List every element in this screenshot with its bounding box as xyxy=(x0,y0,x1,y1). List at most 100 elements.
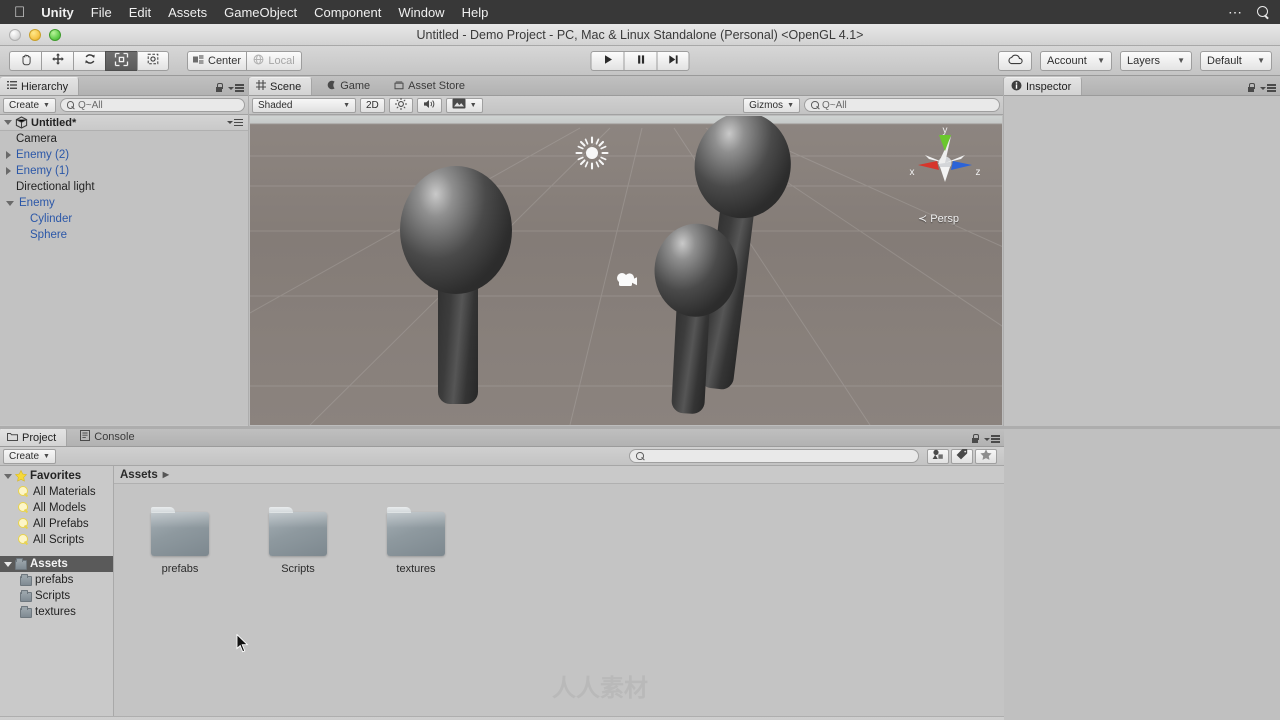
apple-logo-icon[interactable]:  xyxy=(14,5,25,20)
move-tool-button[interactable] xyxy=(41,50,73,71)
scene-viewport[interactable]: y x z ≺ Persp xyxy=(250,116,1002,425)
hierarchy-create-button[interactable]: Create ▼ xyxy=(3,97,56,113)
assets-folder-item[interactable]: prefabs xyxy=(0,572,113,588)
rect-tool-button[interactable] xyxy=(137,50,169,71)
assets-folder-item[interactable]: textures xyxy=(0,604,113,620)
hierarchy-item[interactable]: Directional light xyxy=(0,179,248,195)
lock-icon[interactable] xyxy=(971,434,979,444)
lock-icon[interactable] xyxy=(1247,83,1255,93)
scale-tool-button[interactable] xyxy=(105,50,137,71)
toggle-2d-label: 2D xyxy=(366,99,379,111)
panel-menu-icon[interactable] xyxy=(228,84,244,92)
hierarchy-scene-root[interactable]: Untitled* xyxy=(0,115,248,131)
chevron-down-icon[interactable] xyxy=(4,473,12,479)
draw-mode-dropdown[interactable]: Shaded ▼ xyxy=(252,97,356,113)
menu-item-gameobject[interactable]: GameObject xyxy=(224,5,297,20)
chevron-down-icon: ▼ xyxy=(787,101,794,109)
hand-tool-button[interactable] xyxy=(9,50,41,71)
rotate-tool-button[interactable] xyxy=(73,50,105,71)
splitter-hierarchy-scene[interactable] xyxy=(248,78,249,426)
space-mode-button[interactable]: Local xyxy=(246,50,303,71)
asset-grid-item-label: prefabs xyxy=(161,563,199,575)
favorites-item[interactable]: All Materials xyxy=(0,484,113,500)
assets-root[interactable]: Assets xyxy=(0,556,113,572)
directional-light-gizmo[interactable] xyxy=(575,136,609,170)
asset-grid-item[interactable]: Scripts xyxy=(262,507,334,575)
panel-menu-icon[interactable] xyxy=(984,435,1000,443)
scene-menu-icon[interactable] xyxy=(227,118,243,127)
chevron-down-icon: ▼ xyxy=(1177,56,1185,65)
project-create-button[interactable]: Create ▼ xyxy=(3,448,56,464)
account-dropdown[interactable]: Account ▼ xyxy=(1040,50,1112,71)
hierarchy-item[interactable]: Enemy xyxy=(0,195,248,211)
tab-asset-store[interactable]: Asset Store xyxy=(380,77,475,95)
favorites-root[interactable]: Favorites xyxy=(0,468,113,484)
layers-dropdown[interactable]: Layers ▼ xyxy=(1120,50,1192,71)
hierarchy-item[interactable]: Camera xyxy=(0,131,248,147)
chevron-right-icon[interactable] xyxy=(6,167,11,175)
chevron-down-icon[interactable] xyxy=(4,120,12,125)
ellipsis-icon[interactable]: ⋯ xyxy=(1228,4,1243,21)
splitter-upper-lower[interactable] xyxy=(0,426,1280,429)
menu-item-help[interactable]: Help xyxy=(462,5,489,20)
hierarchy-scene-name: Untitled* xyxy=(31,116,77,129)
breadcrumb-item-assets[interactable]: Assets xyxy=(120,469,158,481)
pause-button[interactable] xyxy=(623,50,657,71)
camera-gizmo[interactable] xyxy=(615,271,639,289)
favorites-item[interactable]: All Models xyxy=(0,500,113,516)
hierarchy-item[interactable]: Cylinder xyxy=(0,211,248,227)
scene-projection-label[interactable]: ≺ Persp xyxy=(918,212,959,225)
collab-cloud-button[interactable] xyxy=(998,50,1032,71)
saved-search-icon xyxy=(18,518,30,530)
scene-search-placeholder: Q~All xyxy=(822,99,847,111)
folder-icon xyxy=(20,590,32,602)
layout-dropdown[interactable]: Default ▼ xyxy=(1200,50,1272,71)
tab-game[interactable]: Game xyxy=(312,77,380,95)
asset-grid-item[interactable]: textures xyxy=(380,507,452,575)
splitter-scene-inspector[interactable] xyxy=(1003,78,1004,426)
scene-axis-gizmo[interactable]: y x z xyxy=(905,121,981,193)
tab-inspector[interactable]: Inspector xyxy=(1004,77,1083,95)
scene-effects-dropdown[interactable]: ▼ xyxy=(445,97,483,113)
tab-hierarchy[interactable]: Hierarchy xyxy=(0,77,80,95)
hierarchy-item[interactable]: Enemy (1) xyxy=(0,163,248,179)
play-button[interactable] xyxy=(590,50,624,71)
chevron-right-icon[interactable] xyxy=(6,151,11,159)
toggle-2d-button[interactable]: 2D xyxy=(360,97,385,113)
favorites-item[interactable]: All Scripts xyxy=(0,532,113,548)
search-icon[interactable] xyxy=(1257,5,1270,19)
tab-console[interactable]: Console xyxy=(67,428,144,446)
favorites-item[interactable]: All Prefabs xyxy=(0,516,113,532)
step-button[interactable] xyxy=(656,50,690,71)
scene-lighting-toggle[interactable] xyxy=(388,97,413,113)
menu-item-assets[interactable]: Assets xyxy=(168,5,207,20)
menu-item-component[interactable]: Component xyxy=(314,5,381,20)
gizmos-dropdown[interactable]: Gizmos ▼ xyxy=(743,97,800,113)
project-search-input[interactable] xyxy=(629,449,919,463)
scene-search-input[interactable]: Q~All xyxy=(804,98,1000,112)
type-filter-button[interactable] xyxy=(927,448,949,464)
hierarchy-item[interactable]: Sphere xyxy=(0,227,248,243)
chevron-down-icon[interactable] xyxy=(6,200,14,206)
label-filter-button[interactable] xyxy=(951,448,973,464)
enemy-near[interactable] xyxy=(635,221,765,417)
tab-project[interactable]: Project xyxy=(0,428,68,446)
chevron-down-icon[interactable] xyxy=(4,561,12,567)
asset-grid-item[interactable]: prefabs xyxy=(144,507,216,575)
pivot-mode-button[interactable]: Center xyxy=(187,50,247,71)
enemy-left[interactable] xyxy=(398,166,518,416)
menu-item-unity[interactable]: Unity xyxy=(41,5,74,20)
lock-icon[interactable] xyxy=(215,83,223,93)
assets-folder-item[interactable]: Scripts xyxy=(0,588,113,604)
menu-item-file[interactable]: File xyxy=(91,5,112,20)
hierarchy-item[interactable]: Enemy (2) xyxy=(0,147,248,163)
scene-panel: Scene Game Asset Store Shaded ▼ 2D ▼ Giz… xyxy=(249,77,1003,426)
menu-item-window[interactable]: Window xyxy=(398,5,444,20)
scene-audio-toggle[interactable] xyxy=(416,97,442,113)
panel-menu-icon[interactable] xyxy=(1260,84,1276,92)
menu-item-edit[interactable]: Edit xyxy=(129,5,151,20)
favorite-filter-button[interactable] xyxy=(975,448,997,464)
hierarchy-search-input[interactable]: Q~All xyxy=(59,98,245,112)
svg-text:z: z xyxy=(976,167,981,178)
tab-scene[interactable]: Scene xyxy=(249,77,313,95)
